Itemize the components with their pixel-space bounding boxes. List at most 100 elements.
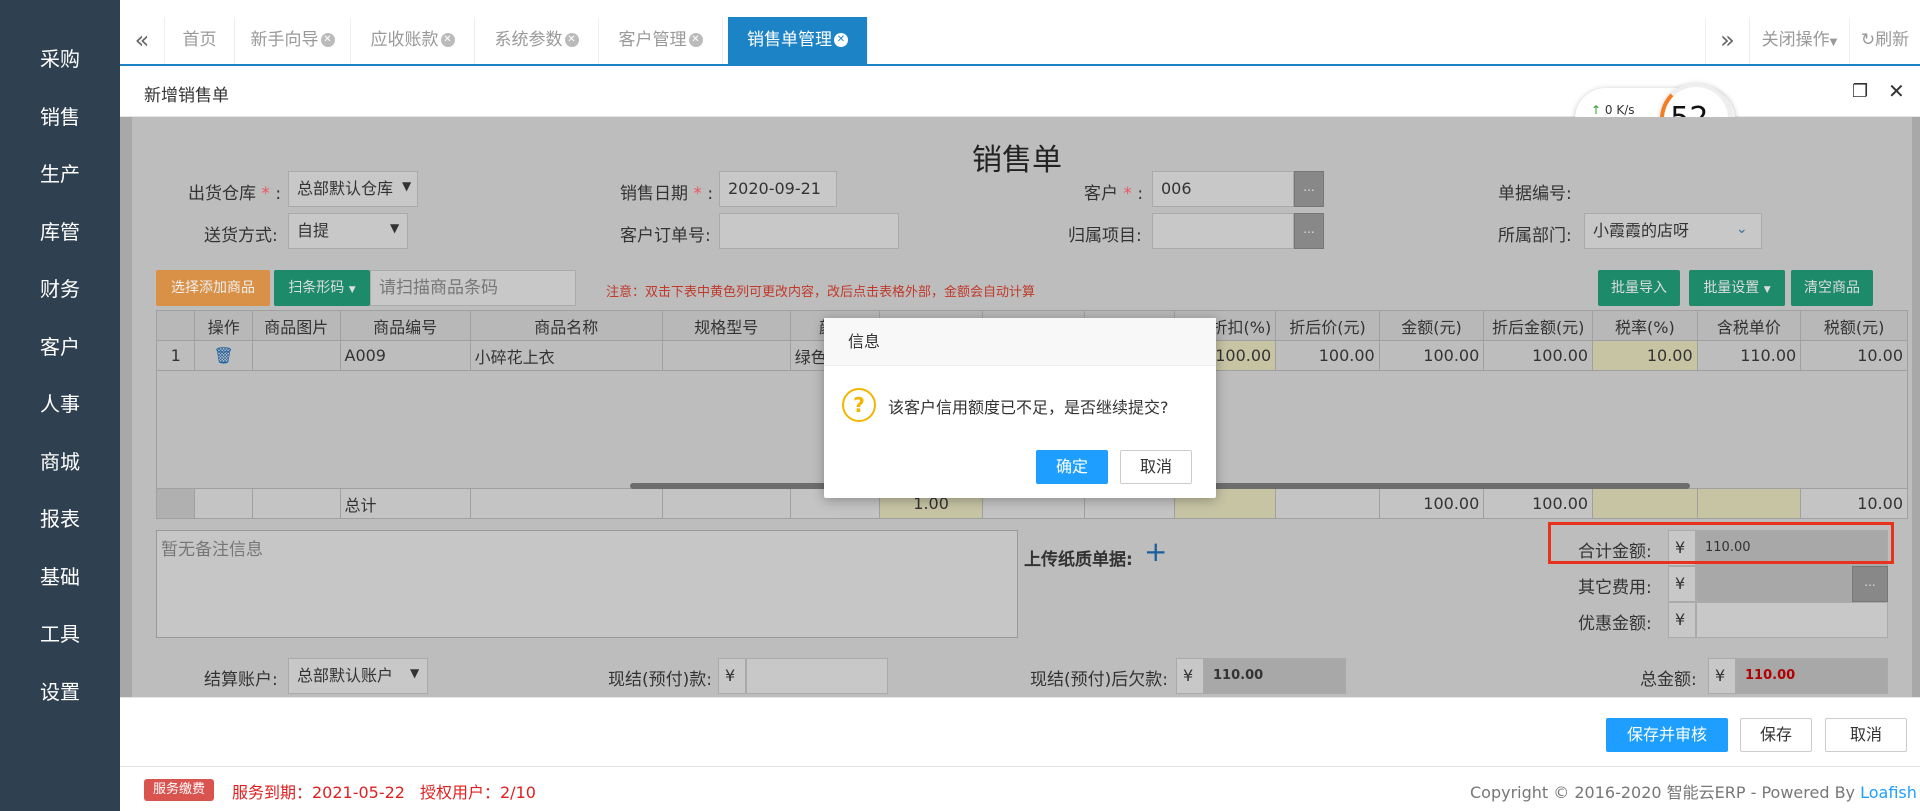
table-header: 含税单价 [1696, 310, 1802, 341]
scan-barcode-button[interactable]: 扫条形码 ▼ [274, 270, 370, 306]
tabs-scroll-left-icon[interactable]: « [120, 17, 165, 64]
sidebar-item-reports[interactable]: 报表 [0, 503, 120, 532]
discount-amount-input[interactable] [1696, 602, 1888, 638]
other-fee-label: 其它费用: [1578, 578, 1652, 598]
account-value: 总部默认账户 [297, 666, 394, 685]
barcode-input[interactable]: 请扫描商品条码 [370, 270, 576, 306]
sidebar-item-settings[interactable]: 设置 [0, 676, 120, 705]
dialog-ok-button[interactable]: 确定 [1036, 450, 1108, 484]
clear-goods-button[interactable]: 清空商品 [1791, 270, 1873, 306]
caret-down-icon: ▼ [410, 666, 420, 680]
yen-addon: ¥ [1708, 658, 1736, 694]
tab-close-icon[interactable]: ✕ [564, 33, 579, 47]
goods-image-cell [252, 340, 341, 371]
sidebar-item-basic[interactable]: 基础 [0, 561, 120, 590]
remark-textarea[interactable]: 暂无备注信息 [156, 530, 1018, 638]
trash-icon[interactable]: 🗑 [194, 340, 254, 371]
goods-code-cell: A009 [339, 340, 471, 371]
sidebar-item-purchase[interactable]: 采购 [0, 43, 120, 72]
yen-addon: ¥ [1668, 602, 1696, 638]
discount-amount-label: 优惠金额: [1578, 614, 1652, 634]
tab-label: 客户管理 [618, 30, 687, 50]
remark-placeholder: 暂无备注信息 [161, 540, 263, 560]
tab-sales-order[interactable]: 销售单管理 ✕ [728, 17, 868, 64]
service-badge[interactable]: 服务缴费 [144, 779, 214, 801]
brand-link[interactable]: Loafish [1860, 783, 1917, 802]
copyright-text: Copyright © 2016-2020 智能云ERP - Powered B… [1470, 783, 1856, 802]
dept-label: 所属部门: [1498, 226, 1572, 246]
tab-close-icon[interactable]: ✕ [440, 33, 455, 47]
warehouse-select[interactable]: 总部默认仓库 [288, 171, 418, 207]
tab-label: 首页 [182, 30, 217, 50]
project-picker-button[interactable]: ... [1294, 213, 1324, 249]
tab-close-icon[interactable]: ✕ [834, 33, 848, 47]
sidebar-item-inventory[interactable]: 库管 [0, 216, 120, 245]
close-ops-dropdown[interactable]: 关闭操作▼ [1750, 17, 1850, 64]
copyright: Copyright © 2016-2020 智能云ERP - Powered B… [1470, 779, 1917, 803]
status-bar: 服务缴费 服务到期：2021-05-22 授权用户：2/10 Copyright… [120, 766, 1920, 811]
sale-date-label-text: 销售日期 [620, 184, 688, 204]
maximize-icon[interactable]: ❐ [1852, 81, 1868, 102]
table-header: 折后金额(元) [1483, 310, 1594, 341]
grand-total-input: 110.00 [1736, 658, 1888, 694]
table-header: 税率(%) [1592, 310, 1698, 341]
colon: : [1137, 184, 1144, 204]
close-icon[interactable]: ✕ [1888, 79, 1905, 103]
tabs-scroll-right-icon[interactable]: » [1705, 17, 1750, 64]
prepay-input[interactable] [746, 658, 888, 694]
sale-date-input[interactable]: 2020-09-21 [719, 171, 837, 207]
table-header[interactable]: 规格型号 [661, 310, 791, 341]
customer-label-text: 客户 [1084, 184, 1118, 204]
table-header[interactable]: 商品编号 [339, 310, 471, 341]
sidebar-item-customer[interactable]: 客户 [0, 331, 120, 360]
tab-close-icon[interactable]: ✕ [688, 33, 703, 47]
cancel-button[interactable]: 取消 [1825, 718, 1907, 752]
caret-down-icon: ▼ [1763, 285, 1771, 295]
account-select[interactable]: 总部默认账户 [288, 658, 428, 694]
save-button[interactable]: 保存 [1740, 718, 1812, 752]
other-fee-picker-button[interactable]: ... [1852, 566, 1888, 602]
yen-addon: ¥ [1668, 566, 1696, 602]
table-header [155, 310, 196, 341]
customer-picker-button[interactable]: ... [1294, 171, 1324, 207]
upload-plus-icon[interactable]: + [1144, 535, 1167, 568]
tab-receivables[interactable]: 应收账款 ✕ [351, 17, 475, 64]
dialog-cancel-button[interactable]: 取消 [1120, 450, 1192, 484]
scan-barcode-label: 扫条形码 [288, 280, 345, 296]
colon: : [275, 184, 282, 204]
sidebar-item-mall[interactable]: 商城 [0, 446, 120, 475]
tab-sys-params[interactable]: 系统参数 ✕ [475, 17, 599, 64]
warehouse-label: 出货仓库 * : [188, 179, 281, 204]
tax-rate-cell[interactable]: 10.00 [1592, 340, 1698, 371]
bill-no-label: 单据编号: [1498, 184, 1572, 204]
tab-customer-mgmt[interactable]: 客户管理 ✕ [599, 17, 723, 64]
customer-order-input[interactable] [719, 213, 899, 249]
project-input[interactable] [1152, 213, 1294, 249]
disc-price-cell: 100.00 [1275, 340, 1380, 371]
module-title: 新增销售单 [144, 86, 229, 106]
total-label: 总计 [339, 488, 471, 519]
refresh-button[interactable]: ↻刷新 [1850, 17, 1920, 64]
tab-guide[interactable]: 新手向导 ✕ [235, 17, 351, 64]
tab-close-icon[interactable]: ✕ [320, 33, 335, 47]
goods-name-cell: 小碎花上衣 [469, 340, 663, 371]
batch-set-button[interactable]: 批量设置 ▼ [1689, 270, 1785, 306]
warehouse-label-text: 出货仓库 [188, 184, 256, 204]
sidebar-item-finance[interactable]: 财务 [0, 273, 120, 302]
sidebar-item-hr[interactable]: 人事 [0, 388, 120, 417]
customer-input[interactable]: 006 [1152, 171, 1294, 207]
total-tax: 10.00 [1800, 488, 1908, 519]
tab-home[interactable]: 首页 [165, 17, 235, 64]
table-header[interactable]: 商品名称 [469, 310, 663, 341]
sidebar-item-sales[interactable]: 销售 [0, 101, 120, 130]
sidebar: 采购 销售 生产 库管 财务 客户 人事 商城 报表 基础 工具 设置 [0, 0, 120, 811]
sidebar-item-production[interactable]: 生产 [0, 158, 120, 187]
sidebar-item-tools[interactable]: 工具 [0, 618, 120, 647]
batch-import-button[interactable]: 批量导入 [1598, 270, 1680, 306]
grand-total-label: 总金额: [1640, 670, 1697, 690]
add-goods-button[interactable]: 选择添加商品 [156, 270, 270, 306]
barcode-placeholder: 请扫描商品条码 [379, 278, 498, 298]
save-audit-button[interactable]: 保存并审核 [1606, 718, 1728, 752]
tax-price-cell: 110.00 [1696, 340, 1802, 371]
yen-addon: ¥ [718, 658, 746, 694]
